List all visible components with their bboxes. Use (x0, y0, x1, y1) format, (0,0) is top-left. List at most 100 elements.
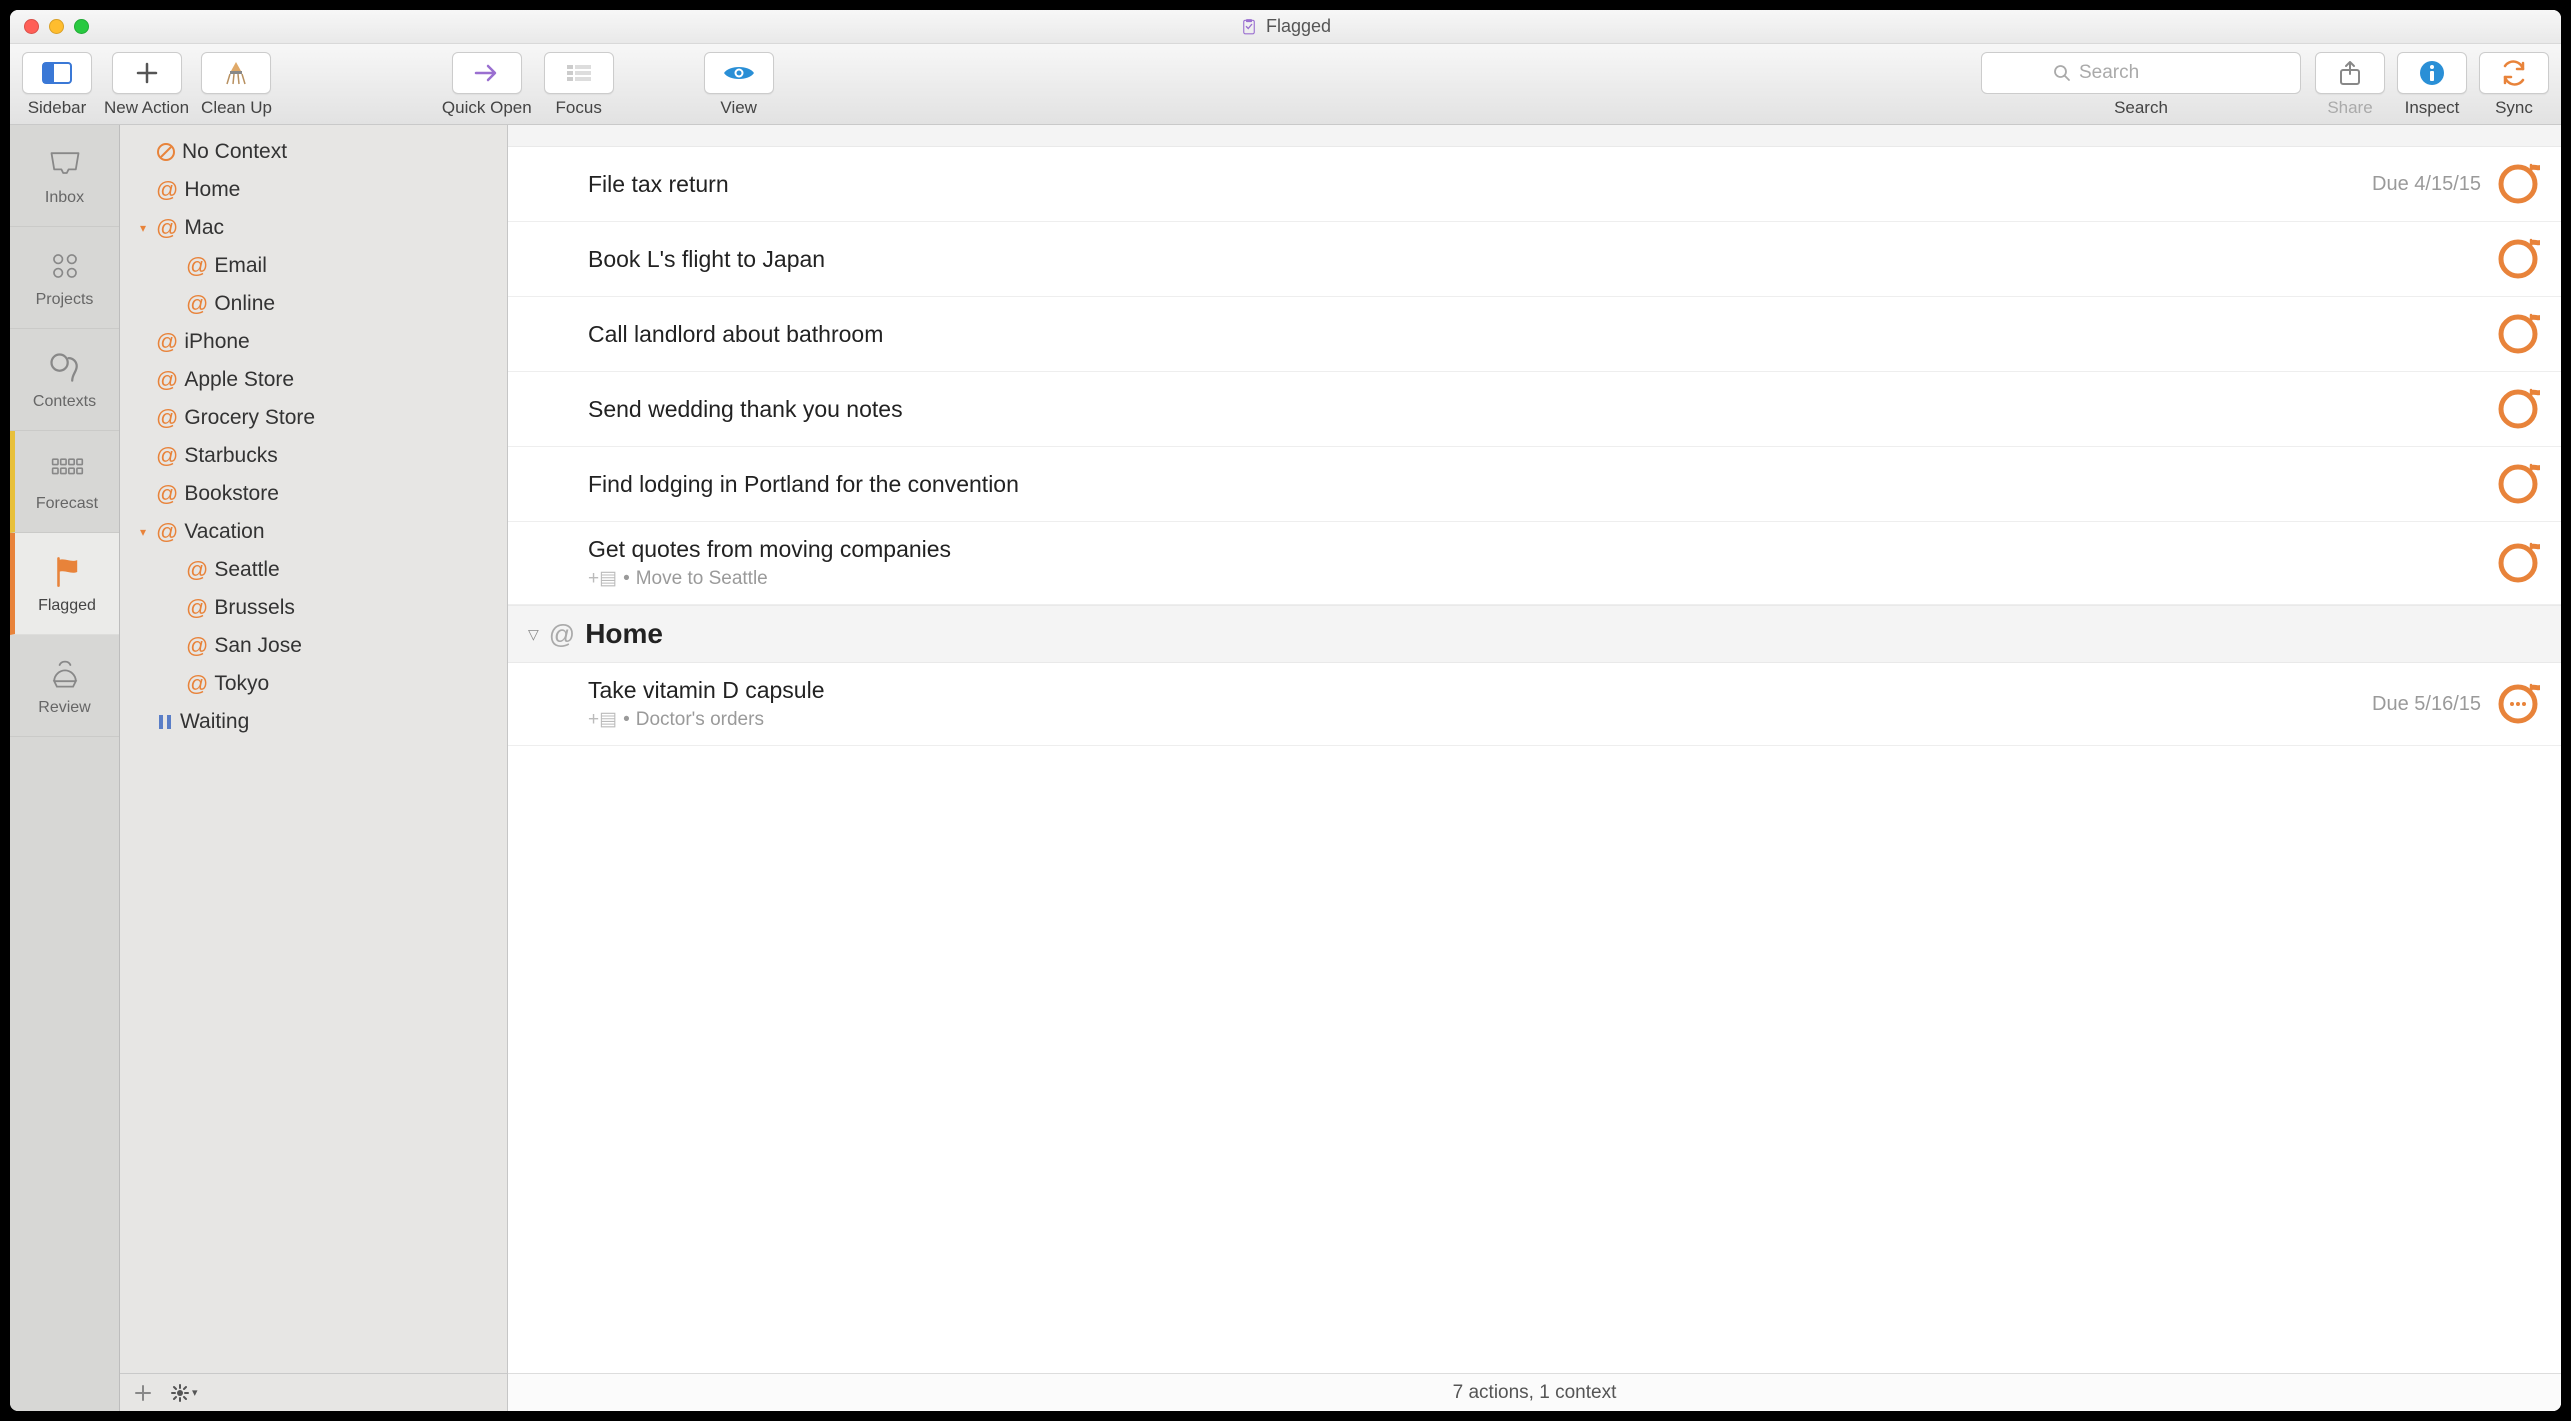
context-row[interactable]: ▾@Mac (120, 209, 507, 247)
window-close-button[interactable] (24, 19, 39, 34)
task-row[interactable]: Book L's flight to Japan (508, 222, 2561, 297)
task-row[interactable]: Find lodging in Portland for the convent… (508, 447, 2561, 522)
share-button[interactable]: Share (2315, 52, 2385, 118)
note-add-icon[interactable]: +▤ (588, 567, 617, 590)
search-field[interactable] (1981, 52, 2301, 94)
at-icon: @ (156, 369, 178, 391)
context-label: Home (184, 178, 240, 202)
focus-button[interactable]: Focus (544, 52, 614, 118)
rail-contexts[interactable]: Contexts (10, 329, 119, 431)
task-title: Send wedding thank you notes (588, 396, 2495, 423)
sync-button[interactable]: Sync (2479, 52, 2549, 118)
window-minimize-button[interactable] (49, 19, 64, 34)
task-row[interactable]: File tax returnDue 4/15/15 (508, 147, 2561, 222)
context-row[interactable]: @San Jose (120, 627, 507, 665)
context-label: Apple Store (184, 368, 294, 392)
context-sidebar: No Context@Home▾@Mac@Email@Online@iPhone… (120, 125, 508, 1411)
projects-icon (46, 247, 84, 285)
window-zoom-button[interactable] (74, 19, 89, 34)
task-title: Take vitamin D capsule (588, 677, 2372, 704)
quick-open-button[interactable]: Quick Open (442, 52, 532, 118)
rail-review[interactable]: Review (10, 635, 119, 737)
context-label: Seattle (214, 558, 279, 582)
new-action-button[interactable]: New Action (104, 52, 189, 118)
context-row[interactable]: @ Seattle (120, 551, 507, 589)
task-status-circle[interactable] (2495, 540, 2541, 586)
task-due: Due 5/16/15 (2372, 693, 2481, 716)
context-label: San Jose (214, 634, 302, 658)
context-row[interactable]: @Brussels (120, 589, 507, 627)
inbox-icon (46, 145, 84, 183)
context-row[interactable]: @Online (120, 285, 507, 323)
context-row[interactable]: @Tokyo (120, 665, 507, 703)
status-bar: 7 actions, 1 context (508, 1373, 2561, 1411)
context-row[interactable]: Waiting (120, 703, 507, 741)
task-row[interactable]: Send wedding thank you notes (508, 372, 2561, 447)
sidebar-footer: ▾ (120, 1373, 507, 1411)
context-label: No Context (182, 140, 287, 164)
rail-forecast[interactable]: Forecast (10, 431, 119, 533)
at-icon: @ (186, 597, 208, 619)
view-button[interactable]: View (704, 52, 774, 118)
context-label: Email (214, 254, 267, 278)
clipboard-icon (1240, 18, 1258, 36)
task-status-circle[interactable] (2495, 681, 2541, 727)
task-title: Book L's flight to Japan (588, 246, 2495, 273)
at-icon: @ (186, 559, 208, 581)
at-icon: @ (156, 407, 178, 429)
content: Inbox Projects Contexts Forecast Flagged… (10, 125, 2561, 1411)
perspective-rail: Inbox Projects Contexts Forecast Flagged… (10, 125, 120, 1411)
context-row[interactable]: @Home (120, 171, 507, 209)
at-icon: @ (156, 445, 178, 467)
sidebar-toggle-button[interactable]: Sidebar (22, 52, 92, 118)
context-row[interactable]: ▾ @ Vacation (120, 513, 507, 551)
task-status-circle[interactable] (2495, 311, 2541, 357)
clean-up-button[interactable]: Clean Up (201, 52, 272, 118)
inspect-button[interactable]: Inspect (2397, 52, 2467, 118)
context-label: Starbucks (184, 444, 277, 468)
at-icon: @ (186, 255, 208, 277)
context-row[interactable]: @ Grocery Store (120, 399, 507, 437)
task-status-circle[interactable] (2495, 386, 2541, 432)
task-title: Find lodging in Portland for the convent… (588, 471, 2495, 498)
context-row[interactable]: @ Apple Store (120, 361, 507, 399)
disclosure-triangle-icon[interactable]: ▾ (136, 525, 150, 539)
task-status-circle[interactable] (2495, 161, 2541, 207)
task-title: File tax return (588, 171, 2372, 198)
flagged-icon (48, 553, 86, 591)
search-field-container: Search (1981, 52, 2301, 118)
section-header-home[interactable]: ▽ @ Home (508, 605, 2561, 663)
no-context-icon (156, 142, 176, 162)
task-status-circle[interactable] (2495, 236, 2541, 282)
at-icon: @ (156, 521, 178, 543)
task-row[interactable]: Call landlord about bathroom (508, 297, 2561, 372)
context-label: Vacation (184, 520, 264, 544)
note-add-icon[interactable]: +▤ (588, 708, 617, 731)
window-title: Flagged (1266, 16, 1331, 37)
at-icon: @ (156, 331, 178, 353)
task-row[interactable]: Get quotes from moving companies+▤•Move … (508, 522, 2561, 605)
rail-flagged[interactable]: Flagged (10, 533, 119, 635)
sidebar-settings-button[interactable]: ▾ (170, 1383, 198, 1403)
at-icon: @ (549, 619, 575, 650)
context-row[interactable]: @Bookstore (120, 475, 507, 513)
context-label: Online (214, 292, 275, 316)
task-row[interactable]: Take vitamin D capsule+▤•Doctor's orders… (508, 663, 2561, 746)
task-status-circle[interactable] (2495, 461, 2541, 507)
rail-inbox[interactable]: Inbox (10, 125, 119, 227)
context-row[interactable]: @ Starbucks (120, 437, 507, 475)
context-row[interactable]: No Context (120, 133, 507, 171)
context-row[interactable]: @iPhone (120, 323, 507, 361)
context-row[interactable]: @ Email (120, 247, 507, 285)
at-icon: @ (186, 673, 208, 695)
context-label: Grocery Store (184, 406, 315, 430)
at-icon: @ (156, 217, 178, 239)
add-context-button[interactable] (134, 1384, 152, 1402)
rail-projects[interactable]: Projects (10, 227, 119, 329)
search-input[interactable] (2079, 62, 2229, 84)
disclosure-triangle-icon[interactable]: ▽ (528, 626, 539, 643)
contexts-icon (46, 349, 84, 387)
review-icon (46, 655, 84, 693)
disclosure-triangle-icon[interactable]: ▾ (136, 221, 150, 235)
traffic-lights (24, 19, 89, 34)
